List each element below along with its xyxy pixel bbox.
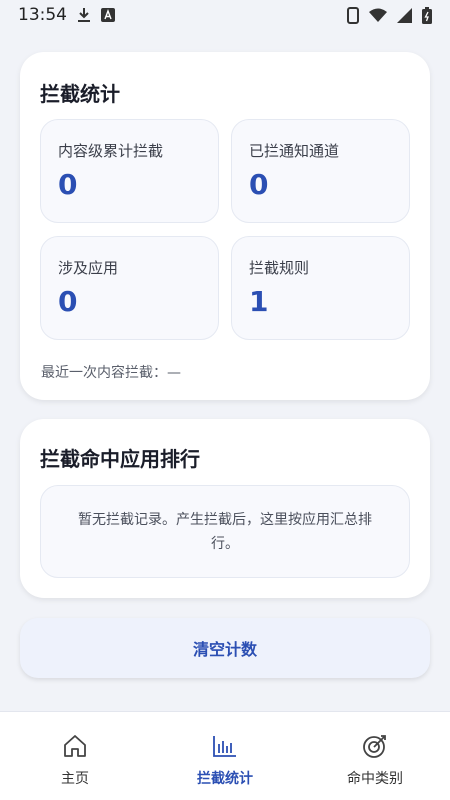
last-intercept-text: 最近一次内容拦截：—	[41, 365, 181, 381]
ranking-empty-state: 暂无拦截记录。产生拦截后，这里按应用汇总排行。	[40, 485, 410, 578]
stat-value: 0	[58, 285, 78, 318]
nav-label: 命中类别	[347, 771, 403, 787]
stats-card-title: 拦截统计	[40, 82, 120, 106]
nav-item-stats[interactable]: 拦截统计	[150, 712, 300, 800]
signal-icon	[397, 7, 412, 23]
app-notification-icon	[101, 8, 115, 22]
stat-apps-involved: 涉及应用 0	[40, 236, 219, 340]
ranking-card: 拦截命中应用排行 暂无拦截记录。产生拦截后，这里按应用汇总排行。	[20, 419, 430, 598]
stat-blocked-channels: 已拦通知通道 0	[231, 119, 410, 223]
nav-label: 主页	[61, 771, 89, 787]
nav-item-home[interactable]: 主页	[0, 712, 150, 800]
target-icon	[363, 735, 386, 758]
stat-rules: 拦截规则 1	[231, 236, 410, 340]
nav-item-categories[interactable]: 命中类别	[300, 712, 450, 800]
status-time: 13:54	[18, 5, 67, 25]
empty-state-text: 暂无拦截记录。产生拦截后，这里按应用汇总排行。	[78, 511, 372, 552]
stat-label: 内容级累计拦截	[58, 142, 164, 160]
battery-icon	[422, 6, 432, 24]
stat-content-intercepts: 内容级累计拦截 0	[40, 119, 219, 223]
stat-value: 0	[58, 168, 78, 201]
stat-label: 涉及应用	[58, 259, 119, 277]
bar-chart-icon	[213, 736, 236, 757]
download-icon	[78, 8, 90, 22]
stat-label: 已拦通知通道	[249, 142, 340, 160]
phone-icon	[347, 6, 359, 24]
home-icon	[64, 735, 86, 757]
ranking-card-title: 拦截命中应用排行	[40, 447, 200, 471]
bottom-nav: 主页 拦截统计 命中类别	[0, 711, 450, 800]
wifi-icon	[369, 8, 387, 22]
stat-value: 0	[249, 168, 269, 201]
stat-label: 拦截规则	[249, 259, 310, 277]
clear-count-button[interactable]: 清空计数	[20, 618, 430, 678]
stat-value: 1	[249, 285, 269, 318]
stats-card: 拦截统计 内容级累计拦截 0 已拦通知通道 0 涉及应用 0 拦截规则 1 最近…	[20, 52, 430, 400]
status-bar: 13:54	[0, 0, 450, 30]
nav-label: 拦截统计	[197, 771, 253, 787]
